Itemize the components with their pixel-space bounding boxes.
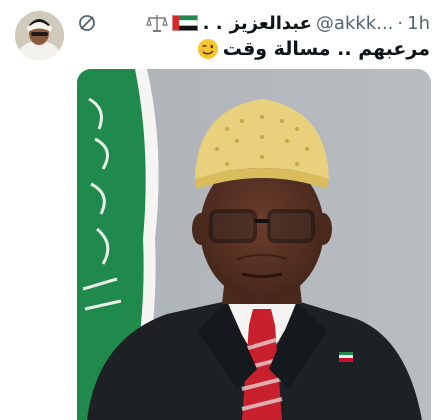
winking-face-icon (197, 39, 218, 59)
tweet-body: مرعبهم .. مسالة وقت (222, 38, 430, 60)
scales-of-justice-icon (145, 15, 168, 32)
name-dots: . . (202, 12, 223, 34)
tweet-image[interactable] (77, 69, 431, 420)
tweet-text: مرعبهم .. مسالة وقت (197, 38, 430, 60)
display-name[interactable]: عبدالعزيز (230, 13, 312, 34)
timestamp[interactable]: 1h (407, 13, 430, 34)
tweet-header: . . عبدالعزيز @akkk... · 1h (78, 10, 430, 36)
user-handle[interactable]: @akkk... (316, 13, 393, 34)
tweet[interactable]: . . عبدالعزيز @akkk... · 1h مرعبهم .. مس… (0, 0, 442, 420)
portrait-photo (77, 69, 431, 420)
tweet-meta: . . عبدالعزيز @akkk... · 1h (145, 10, 430, 36)
avatar-image (15, 11, 64, 60)
avatar[interactable] (15, 11, 64, 60)
uae-flag-icon (171, 15, 198, 31)
more-circle-icon[interactable] (78, 14, 96, 32)
separator-dot: · (397, 12, 404, 34)
